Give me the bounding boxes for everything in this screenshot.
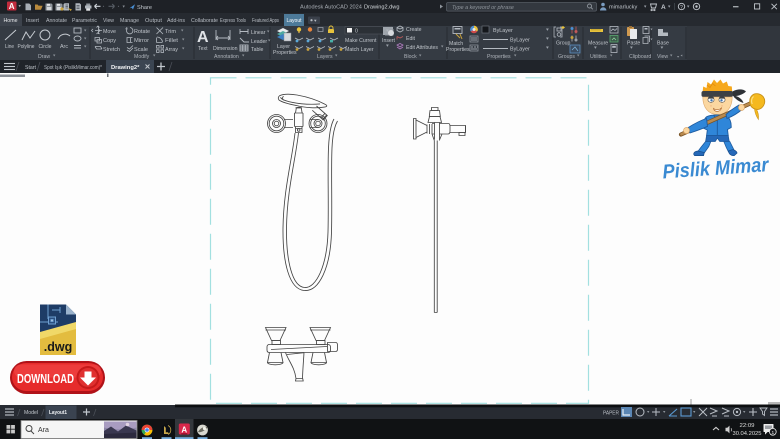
svg-text:Mirror: Mirror	[134, 38, 149, 44]
svg-text:View: View	[103, 18, 114, 24]
svg-text:Start: Start	[25, 65, 36, 71]
svg-text:Spot Işık (PislikMimar.com)*: Spot Işık (PislikMimar.com)*	[44, 65, 103, 71]
svg-text:Properties: Properties	[487, 54, 511, 60]
svg-text:30.04.2025: 30.04.2025	[733, 431, 762, 437]
svg-text:Collaborate: Collaborate	[191, 18, 218, 24]
svg-text:ByLayer: ByLayer	[510, 38, 530, 44]
svg-text:Circle: Circle	[39, 44, 52, 50]
svg-text:Base: Base	[657, 41, 669, 47]
svg-text:Model: Model	[24, 410, 38, 416]
svg-text:Annotation: Annotation	[214, 54, 239, 60]
svg-text:Properties: Properties	[446, 47, 470, 53]
svg-text:Dimension: Dimension	[213, 46, 238, 52]
svg-text:Featured Apps: Featured Apps	[252, 18, 279, 24]
svg-text:A: A	[661, 4, 666, 11]
svg-text:Autodesk AutoCAD 2024: Autodesk AutoCAD 2024	[300, 5, 362, 11]
svg-text:Manage: Manage	[120, 18, 139, 24]
svg-text:Copy: Copy	[103, 38, 116, 44]
svg-text:Edit Attributes: Edit Attributes	[406, 45, 438, 51]
svg-text:Add-ins: Add-ins	[167, 18, 185, 24]
svg-text:Arc: Arc	[60, 44, 68, 50]
svg-text:Share: Share	[137, 5, 152, 11]
svg-text:Insert: Insert	[26, 18, 39, 24]
svg-text:Line: Line	[5, 44, 14, 50]
svg-text:.dwg: .dwg	[44, 340, 72, 354]
svg-text:Draw: Draw	[38, 54, 50, 60]
svg-text:Drawing2*: Drawing2*	[111, 65, 140, 71]
svg-text:mimarlucky: mimarlucky	[609, 5, 637, 11]
svg-text:Measure: Measure	[588, 41, 608, 47]
svg-text:Utilities: Utilities	[590, 54, 607, 60]
svg-text:Paste: Paste	[627, 41, 640, 47]
svg-text:1: 1	[771, 430, 774, 436]
svg-text:Annotate: Annotate	[46, 18, 67, 24]
svg-text:Clipboard: Clipboard	[629, 54, 651, 60]
svg-text:Polyline: Polyline	[18, 44, 35, 50]
svg-text:Table: Table	[251, 47, 264, 53]
svg-text:Layers: Layers	[317, 54, 333, 60]
svg-text:Scale: Scale	[134, 47, 148, 53]
svg-text:Group: Group	[556, 41, 571, 47]
svg-text:Move: Move	[103, 29, 116, 35]
svg-text:Layout: Layout	[287, 18, 302, 24]
svg-text:Linear: Linear	[251, 30, 266, 36]
svg-text:Modify: Modify	[134, 54, 150, 60]
svg-text:Express Tools: Express Tools	[220, 18, 246, 24]
svg-text:PAPER: PAPER	[603, 411, 619, 417]
svg-text:Insert: Insert	[382, 38, 396, 44]
svg-text:Type a keyword or phrase: Type a keyword or phrase	[452, 5, 514, 11]
svg-text:Edit: Edit	[406, 36, 415, 42]
svg-text:Make Current: Make Current	[345, 38, 377, 44]
svg-text:Create: Create	[406, 27, 422, 33]
svg-text:Layout1: Layout1	[49, 410, 67, 416]
svg-text:Drawing2.dwg: Drawing2.dwg	[364, 5, 399, 11]
svg-text:Output: Output	[145, 18, 162, 24]
svg-text:Home: Home	[4, 18, 18, 24]
svg-text:?: ?	[680, 5, 683, 11]
svg-text:Fillet: Fillet	[165, 38, 179, 44]
svg-text:22:09: 22:09	[740, 423, 755, 429]
svg-text:A: A	[9, 2, 15, 11]
svg-text:Properties: Properties	[273, 50, 297, 56]
svg-text:Rotate: Rotate	[134, 29, 150, 35]
svg-text:A: A	[197, 29, 209, 46]
svg-text:Parametric: Parametric	[72, 18, 97, 24]
svg-text:ByLayer: ByLayer	[510, 47, 530, 53]
svg-text:ByLayer: ByLayer	[493, 28, 513, 34]
svg-text:Ara: Ara	[38, 427, 49, 434]
svg-text:Stretch: Stretch	[103, 47, 120, 53]
svg-text:Leader: Leader	[251, 39, 267, 45]
svg-text:Trim: Trim	[165, 29, 176, 35]
svg-text:View: View	[657, 54, 668, 60]
svg-text:Text: Text	[198, 46, 208, 52]
svg-text:DOWNLOAD: DOWNLOAD	[17, 372, 74, 386]
svg-text:Groups: Groups	[558, 54, 575, 60]
svg-text:0: 0	[355, 29, 358, 35]
svg-text:Array: Array	[165, 47, 178, 53]
svg-text:Block: Block	[404, 54, 417, 60]
svg-text:Match Layer: Match Layer	[345, 47, 374, 53]
